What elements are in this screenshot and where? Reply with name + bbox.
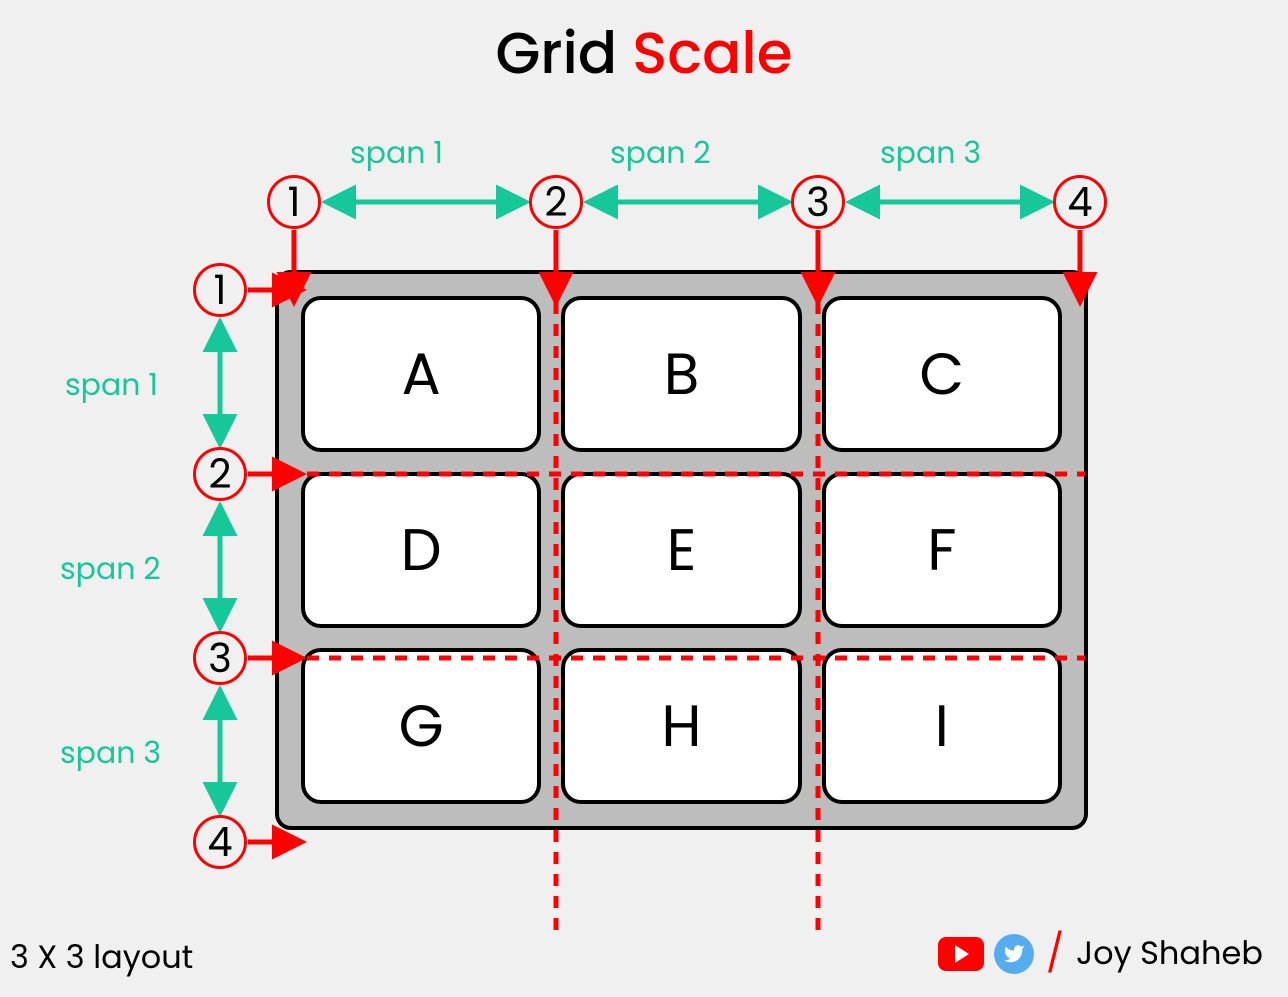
- cell-h: H: [561, 648, 801, 804]
- row-scale-2: 2: [193, 447, 247, 501]
- page-title: Grid Scale: [0, 10, 1288, 97]
- title-part1: Grid: [495, 13, 632, 94]
- cell-b: B: [561, 296, 801, 452]
- title-part2: Scale: [632, 13, 792, 94]
- cell-i: I: [822, 648, 1062, 804]
- row-span-1-label: span 1: [65, 362, 158, 408]
- row-span-2-label: span 2: [60, 546, 161, 592]
- cell-g: G: [301, 648, 541, 804]
- author-credit: / Joy Shaheb: [938, 925, 1263, 982]
- col-scale-1: 1: [267, 175, 321, 229]
- col-span-3-label: span 3: [880, 130, 981, 176]
- cell-c: C: [822, 296, 1062, 452]
- cell-f: F: [822, 472, 1062, 628]
- col-scale-2: 2: [529, 175, 583, 229]
- youtube-icon: [938, 937, 984, 971]
- author-name: Joy Shaheb: [1076, 930, 1263, 978]
- layout-note: 3 X 3 layout: [10, 934, 193, 982]
- col-scale-4: 4: [1053, 175, 1107, 229]
- cell-a: A: [301, 296, 541, 452]
- col-scale-3: 3: [791, 175, 845, 229]
- twitter-icon: [994, 934, 1034, 974]
- row-scale-4: 4: [193, 815, 247, 869]
- cell-d: D: [301, 472, 541, 628]
- grid-container: A B C D E F G H I: [275, 270, 1088, 830]
- row-scale-1: 1: [193, 263, 247, 317]
- row-span-3-label: span 3: [60, 730, 161, 776]
- col-span-1-label: span 1: [350, 130, 443, 176]
- cell-e: E: [561, 472, 801, 628]
- row-scale-3: 3: [193, 631, 247, 685]
- grid-tracks: A B C D E F G H I: [279, 274, 1084, 826]
- slash-divider: /: [1046, 925, 1064, 982]
- col-span-2-label: span 2: [610, 130, 711, 176]
